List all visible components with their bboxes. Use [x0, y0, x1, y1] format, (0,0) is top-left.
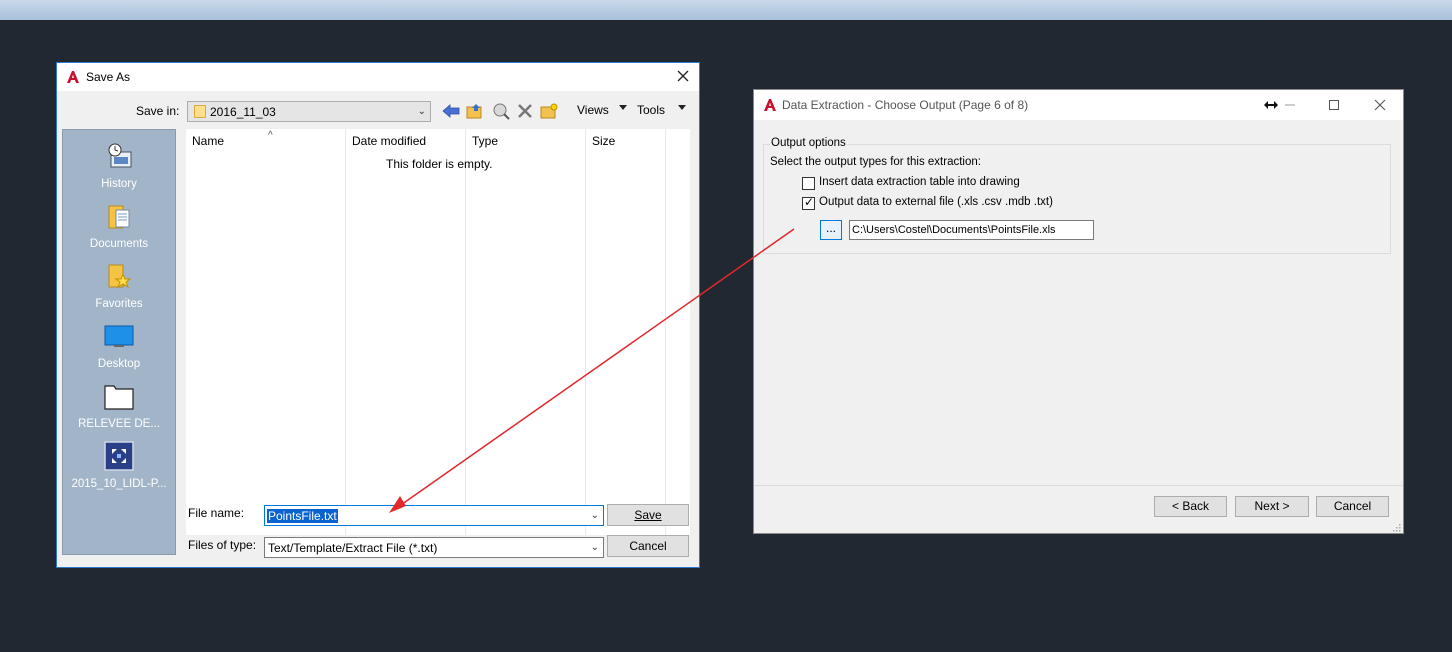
annotation-arrow	[389, 228, 795, 513]
